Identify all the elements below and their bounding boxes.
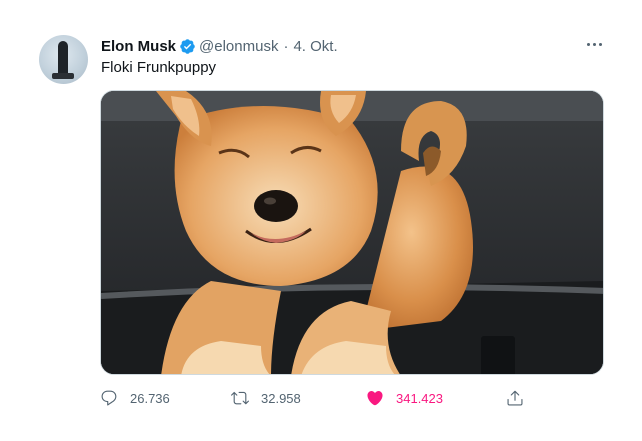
retweet-icon bbox=[231, 391, 249, 405]
tweet-header: Elon Musk @elonmusk · 4. Okt. bbox=[101, 36, 338, 56]
reply-count: 26.736 bbox=[130, 390, 170, 406]
share-icon bbox=[507, 390, 523, 406]
more-options-icon[interactable] bbox=[584, 34, 604, 54]
heart-filled-icon bbox=[367, 391, 383, 406]
reply-icon bbox=[101, 390, 117, 406]
rocket-icon bbox=[52, 41, 74, 79]
verified-badge-icon bbox=[180, 38, 195, 54]
retweet-button[interactable]: 32.958 bbox=[231, 388, 301, 408]
reply-button[interactable]: 26.736 bbox=[100, 388, 170, 408]
tweet-actions: 26.736 32.958 341.423 bbox=[100, 388, 604, 408]
tweet-text: Floki Frunkpuppy bbox=[101, 59, 217, 76]
like-button[interactable]: 341.423 bbox=[366, 388, 443, 408]
share-button[interactable] bbox=[506, 388, 536, 408]
separator-dot: · bbox=[283, 37, 289, 55]
avatar[interactable] bbox=[39, 35, 88, 84]
retweet-count: 32.958 bbox=[261, 390, 301, 406]
author-name[interactable]: Elon Musk bbox=[101, 38, 176, 55]
like-count: 341.423 bbox=[396, 390, 443, 406]
tweet-image[interactable] bbox=[100, 90, 604, 375]
author-handle[interactable]: @elonmusk bbox=[199, 38, 278, 55]
tweet-date[interactable]: 4. Okt. bbox=[293, 38, 337, 55]
shiba-inu-puppy-photo-icon bbox=[101, 91, 603, 374]
tweet-card[interactable]: Elon Musk @elonmusk · 4. Okt. Floki Frun… bbox=[0, 0, 642, 441]
